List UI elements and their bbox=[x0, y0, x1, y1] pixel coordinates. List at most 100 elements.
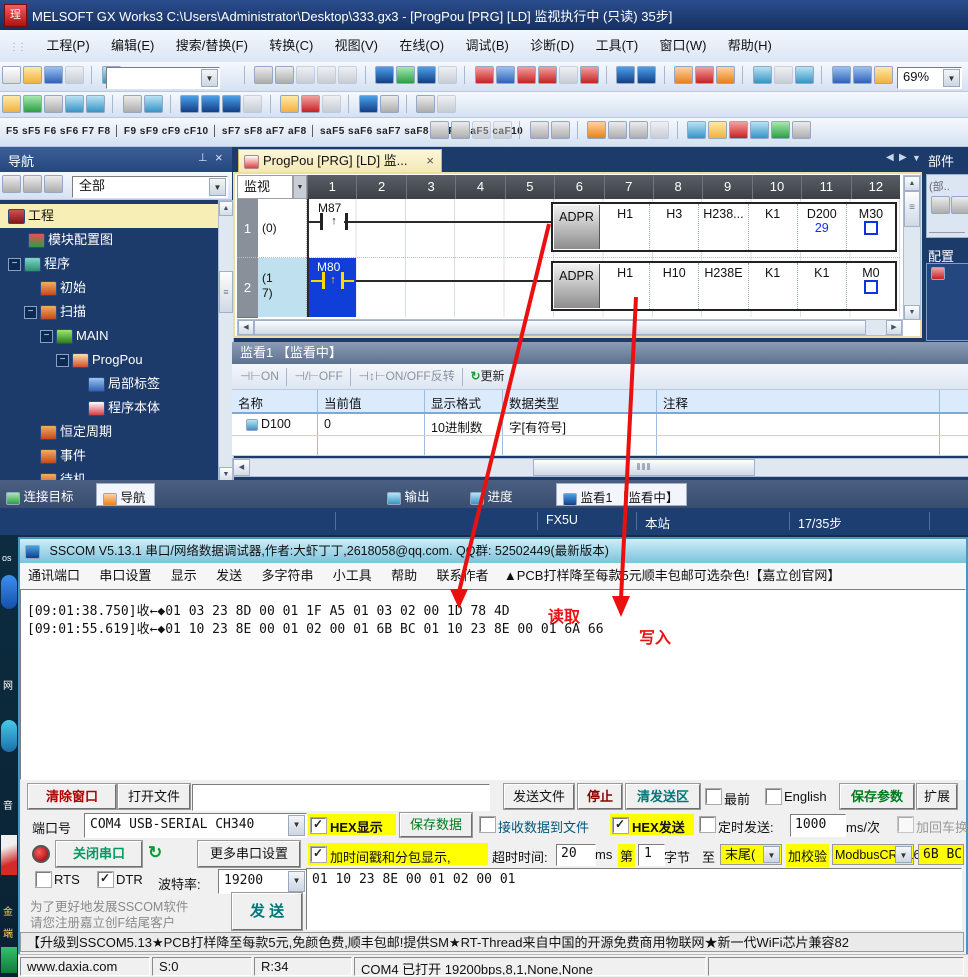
refresh-button[interactable]: ↻更新 bbox=[470, 369, 504, 383]
expand-toggle-icon[interactable]: − bbox=[56, 354, 69, 367]
desktop-green-icon[interactable] bbox=[1, 947, 17, 973]
cut-icon[interactable] bbox=[254, 66, 273, 84]
tab-scroll-right-icon[interactable]: ▶ bbox=[899, 152, 907, 163]
menu-search[interactable]: 搜索/替换(F) bbox=[167, 30, 257, 61]
step-in-icon[interactable] bbox=[674, 66, 693, 84]
step-over-icon[interactable] bbox=[695, 66, 714, 84]
monitor-start-icon[interactable] bbox=[517, 66, 536, 84]
tab-progpou[interactable]: ProgPou [PRG] [LD] 监... × bbox=[238, 149, 442, 173]
toggle-button[interactable]: ⊣↕⊢ON/OFF反转 bbox=[359, 369, 455, 383]
contact-m87-symbol[interactable]: ↑ bbox=[320, 213, 348, 230]
save-icon[interactable] bbox=[44, 66, 63, 84]
undo-icon[interactable] bbox=[317, 66, 336, 84]
marker-icon[interactable] bbox=[729, 121, 748, 139]
watch-tool-icon[interactable] bbox=[380, 95, 399, 113]
binoculars-icon[interactable] bbox=[123, 95, 142, 113]
timed-send-checkbox[interactable] bbox=[700, 817, 715, 832]
diagnostic-icon[interactable] bbox=[580, 66, 599, 84]
menu-project[interactable]: 工程(P) bbox=[37, 30, 98, 61]
watch-hscroll-left-icon[interactable]: ◀ bbox=[233, 459, 250, 476]
verify-icon[interactable] bbox=[559, 66, 578, 84]
send-data-input[interactable]: 01 10 23 8E 00 01 02 00 01 bbox=[306, 868, 962, 930]
sscom-menu-multistring[interactable]: 多字符串 bbox=[253, 563, 321, 589]
connection-icon[interactable] bbox=[23, 95, 42, 113]
watch-row-d100[interactable]: D100010进制数字[有符号] bbox=[232, 414, 968, 436]
comment-icon[interactable] bbox=[608, 121, 627, 139]
contact-m80-cell[interactable]: M80 ↑ bbox=[309, 258, 356, 317]
nav-filter-combobox[interactable]: 全部 bbox=[72, 176, 228, 198]
print-icon[interactable] bbox=[65, 66, 84, 84]
tree-item-progpou[interactable]: −ProgPou bbox=[0, 348, 218, 372]
pointer-icon[interactable] bbox=[708, 121, 727, 139]
col-comment[interactable]: 注释 bbox=[657, 390, 940, 412]
tab-progress[interactable]: 进度 bbox=[468, 486, 513, 505]
ladder-hscrollbar[interactable]: ◀ ▶ bbox=[237, 319, 903, 336]
timeout-input[interactable]: 20 bbox=[556, 844, 596, 866]
insert-row-icon[interactable] bbox=[530, 121, 549, 139]
end-select-dropdown-icon[interactable] bbox=[763, 846, 780, 863]
edit-mode-icon[interactable] bbox=[280, 95, 299, 113]
window-gray-icon[interactable] bbox=[774, 66, 793, 84]
sscom-menu-tools[interactable]: 小工具 bbox=[325, 563, 380, 589]
copy-icon[interactable] bbox=[275, 66, 294, 84]
parts-config-box[interactable] bbox=[926, 263, 968, 341]
io-check-icon[interactable] bbox=[301, 95, 320, 113]
rts-checkbox[interactable] bbox=[36, 872, 51, 887]
device-write-icon[interactable] bbox=[375, 66, 394, 84]
close-port-button[interactable]: 关闭串口 bbox=[56, 841, 142, 867]
menu-tools[interactable]: 工具(T) bbox=[587, 30, 648, 61]
col-current-value[interactable]: 当前值 bbox=[318, 390, 425, 412]
pin-icon[interactable]: ⊥ bbox=[198, 151, 208, 164]
search-dev-icon[interactable] bbox=[750, 121, 769, 139]
send-button[interactable]: 发 送 bbox=[232, 893, 302, 930]
menu-window[interactable]: 窗口(W) bbox=[651, 30, 716, 61]
tree-item-module-config[interactable]: 模块配置图 bbox=[0, 228, 218, 252]
menu-diagnostics[interactable]: 诊断(D) bbox=[521, 30, 583, 61]
file-path-input[interactable] bbox=[192, 784, 490, 811]
window-cascade-icon[interactable] bbox=[416, 95, 435, 113]
note-icon[interactable] bbox=[650, 121, 669, 139]
align-icon[interactable] bbox=[687, 121, 706, 139]
save-data-button[interactable]: 保存数据 bbox=[400, 813, 472, 837]
sth-icon[interactable] bbox=[430, 121, 449, 139]
hand-icon[interactable] bbox=[451, 121, 470, 139]
window-tile-icon[interactable] bbox=[437, 95, 456, 113]
device-monitor1-icon[interactable] bbox=[616, 66, 635, 84]
col-datatype[interactable]: 数据类型 bbox=[503, 390, 657, 412]
zoom-in-icon[interactable] bbox=[832, 66, 851, 84]
open-file-icon[interactable] bbox=[23, 66, 42, 84]
desktop-blue-icon[interactable] bbox=[1, 575, 17, 609]
nav-tree-icon[interactable] bbox=[2, 95, 21, 113]
ladder-vscrollbar[interactable]: ▲ ≡ ▼ bbox=[903, 175, 921, 320]
tree-expand-icon[interactable] bbox=[23, 175, 42, 193]
zoom-level-combobox[interactable]: 69% bbox=[897, 67, 962, 89]
sscom-banner[interactable]: 【升级到SSCOM5.13★PCB打样降至每款5元,免颜色费,顺丰包邮!提供SM… bbox=[20, 932, 964, 952]
module-icon[interactable] bbox=[44, 95, 63, 113]
grid-view-icon[interactable] bbox=[86, 95, 105, 113]
nav-scroll-thumb[interactable]: ≡ bbox=[219, 271, 233, 313]
nav-close-icon[interactable]: × bbox=[215, 150, 223, 165]
baud-combobox[interactable]: 19200 bbox=[218, 869, 307, 894]
sscom-menu-comm[interactable]: 通讯端口 bbox=[20, 563, 88, 589]
baud-dropdown-icon[interactable] bbox=[288, 871, 305, 892]
device-verify-icon[interactable] bbox=[417, 66, 436, 84]
extend-button[interactable]: 扩展 bbox=[917, 784, 957, 809]
vscroll-down-icon[interactable]: ▼ bbox=[904, 305, 920, 320]
col-format[interactable]: 显示格式 bbox=[425, 390, 503, 412]
step-out-icon[interactable] bbox=[716, 66, 735, 84]
expand-toggle-icon[interactable]: − bbox=[24, 306, 37, 319]
crlf-checkbox[interactable] bbox=[898, 817, 913, 832]
tree-collapse-icon[interactable] bbox=[2, 175, 21, 193]
monitor-stop-icon[interactable] bbox=[538, 66, 557, 84]
watch-row-empty[interactable] bbox=[232, 436, 968, 456]
desktop-red-icon[interactable] bbox=[1, 835, 17, 875]
sscom-menu-ad[interactable]: ▲PCB打样降至每款5元顺丰包邮可选杂色!【嘉立创官网】 bbox=[500, 563, 844, 589]
wrap-line-icon[interactable] bbox=[587, 121, 606, 139]
force-on-button[interactable]: ⊣⊢ON bbox=[240, 369, 279, 383]
tab-scroll-left-icon[interactable]: ◀ bbox=[886, 152, 894, 163]
open-file-button[interactable]: 打开文件 bbox=[118, 784, 190, 809]
window-monitor-icon[interactable] bbox=[753, 66, 772, 84]
clear-send-area-button[interactable]: 清发送区 bbox=[626, 784, 700, 809]
save-params-button[interactable]: 保存参数 bbox=[840, 784, 914, 809]
sscom-menu-display[interactable]: 显示 bbox=[163, 563, 205, 589]
